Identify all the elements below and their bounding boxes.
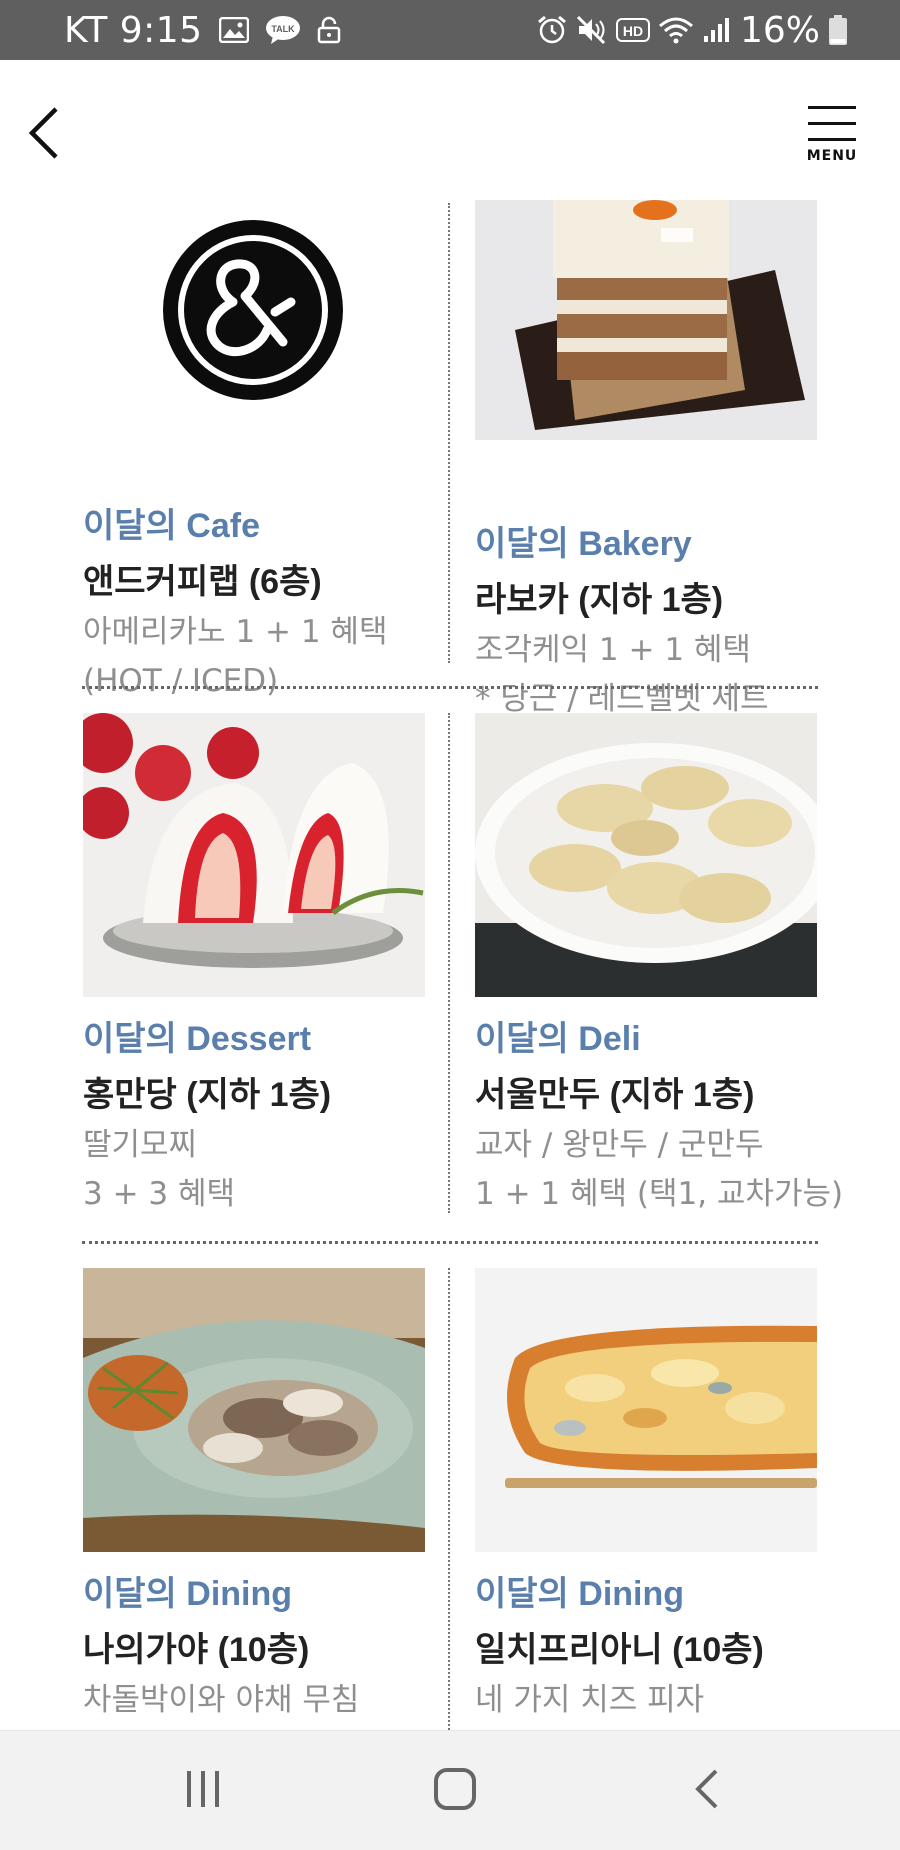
promo-card-dessert[interactable]: 이달의 Dessert 홍만당 (지하 1층) 딸기모찌 3 + 3 혜택 xyxy=(83,713,425,1219)
card-store-name: 홍만당 (지하 1층) xyxy=(83,1076,332,1114)
lock-icon xyxy=(317,16,341,44)
promo-card-bakery[interactable]: 이달의 Bakery 라보카 (지하 1층) 조각케익 1 + 1 혜택 * 당… xyxy=(475,200,817,724)
home-icon xyxy=(433,1767,477,1815)
card-description: 교자 / 왕만두 / 군만두 1 + 1 혜택 (택1, 교차가능) xyxy=(475,1121,844,1219)
talk-badge: TALK xyxy=(271,24,295,34)
battery-icon xyxy=(828,14,848,46)
card-description: 네 가지 치즈 피자 xyxy=(475,1676,817,1725)
hd-icon: HD xyxy=(615,17,650,43)
card-desc-line1: 차돌박이와 야채 무침 xyxy=(83,1682,360,1718)
card-description: 아메리카노 1 + 1 혜택 (HOT / ICED) xyxy=(83,608,425,706)
column-divider xyxy=(448,203,450,663)
row-divider xyxy=(82,686,818,689)
card-store-name: 나의가야 (10층) xyxy=(83,1631,310,1669)
carrot-cake-photo xyxy=(475,200,817,484)
mute-icon xyxy=(576,15,608,45)
card-store-name: 앤드커피랩 (6층) xyxy=(83,563,322,601)
card-desc-line2: 1 + 1 혜택 (택1, 교차가능) xyxy=(475,1176,844,1212)
back-button[interactable] xyxy=(18,100,68,170)
wifi-icon xyxy=(658,15,694,45)
card-description: 조각케익 1 + 1 혜택 * 당근 / 레드벨벳 세트 xyxy=(475,626,817,724)
menu-button[interactable]: MENU xyxy=(800,102,864,168)
card-category: 이달의 Deli xyxy=(475,1020,641,1058)
system-back-button[interactable] xyxy=(662,1755,752,1827)
menu-label: MENU xyxy=(806,148,858,164)
card-desc-line1: 네 가지 치즈 피자 xyxy=(475,1682,705,1718)
card-store-name: 서울만두 (지하 1층) xyxy=(475,1076,755,1114)
alarm-icon xyxy=(536,15,568,45)
recent-apps-button[interactable] xyxy=(158,1755,248,1827)
card-description: 딸기모찌 3 + 3 혜택 xyxy=(83,1121,425,1219)
card-category: 이달의 Dining xyxy=(475,1575,685,1613)
promo-card-deli[interactable]: 이달의 Deli 서울만두 (지하 1층) 교자 / 왕만두 / 군만두 1 +… xyxy=(475,713,844,1219)
card-category: 이달의 Bakery xyxy=(475,525,692,563)
card-store-name: 라보카 (지하 1층) xyxy=(475,581,724,619)
battery-percent: 16% xyxy=(739,9,820,51)
promo-card-cafe[interactable]: 이달의 Cafe 앤드커피랩 (6층) 아메리카노 1 + 1 혜택 (HOT … xyxy=(83,200,425,706)
home-button[interactable] xyxy=(410,1755,500,1827)
system-nav-bar xyxy=(0,1730,900,1850)
four-cheese-pizza-photo xyxy=(475,1268,817,1552)
promo-card-dining-gaya[interactable]: 이달의 Dining 나의가야 (10층) 차돌박이와 야채 무침 xyxy=(83,1268,425,1725)
card-desc-line2: (HOT / ICED) xyxy=(83,663,279,699)
card-desc-line1: 조각케익 1 + 1 혜택 xyxy=(475,632,751,668)
card-store-name: 일치프리아니 (10층) xyxy=(475,1631,764,1669)
dumplings-photo xyxy=(475,713,817,997)
carrier-time: KT 9:15 xyxy=(64,9,203,51)
kakaotalk-icon: TALK xyxy=(265,15,301,45)
column-divider xyxy=(448,1268,450,1730)
card-desc-line1: 딸기모찌 xyxy=(83,1127,198,1163)
row-divider xyxy=(82,1241,818,1244)
chevron-left-icon xyxy=(26,105,60,165)
promo-card-dining-pizza[interactable]: 이달의 Dining 일치프리아니 (10층) 네 가지 치즈 피자 xyxy=(475,1268,817,1725)
card-category: 이달의 Dessert xyxy=(83,1020,312,1058)
card-desc-line1: 아메리카노 1 + 1 혜택 xyxy=(83,614,388,650)
promotion-grid: 이달의 Cafe 앤드커피랩 (6층) 아메리카노 1 + 1 혜택 (HOT … xyxy=(0,195,900,1730)
card-category: 이달의 Cafe xyxy=(83,507,260,545)
recent-apps-icon xyxy=(183,1769,223,1813)
image-icon xyxy=(218,17,249,43)
status-bar: KT 9:15 TALK HD 16% xyxy=(0,0,900,60)
card-category: 이달의 Dining xyxy=(83,1575,293,1613)
strawberry-mochi-photo xyxy=(83,713,425,997)
app-header: MENU xyxy=(0,60,900,200)
card-desc-line1: 교자 / 왕만두 / 군만두 xyxy=(475,1127,764,1163)
and-coffee-lab-logo xyxy=(83,200,425,484)
hd-badge: HD xyxy=(623,23,643,39)
beef-brisket-salad-photo xyxy=(83,1268,425,1552)
column-divider xyxy=(448,713,450,1213)
card-desc-line2: 3 + 3 혜택 xyxy=(83,1176,236,1212)
back-icon xyxy=(692,1767,722,1815)
signal-icon xyxy=(702,16,732,44)
card-description: 차돌박이와 야채 무침 xyxy=(83,1676,425,1725)
